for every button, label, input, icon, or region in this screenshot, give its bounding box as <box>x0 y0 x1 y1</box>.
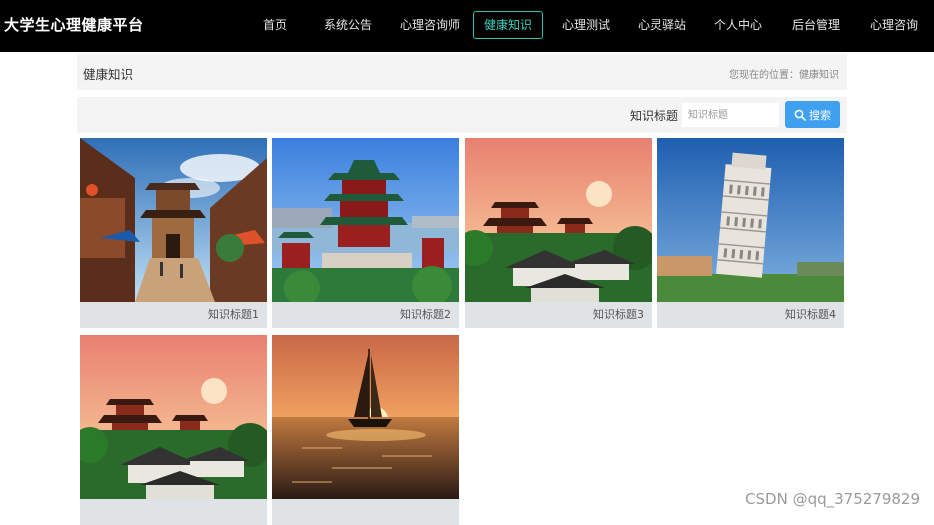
knowledge-card[interactable]: 知识标题4 <box>657 138 844 328</box>
search-bar: 知识标题 搜索 <box>77 97 847 133</box>
watermark: CSDN @qq_375279829 <box>745 490 920 508</box>
nav-item-health-knowledge[interactable]: 健康知识 <box>473 11 544 39</box>
knowledge-card-title[interactable]: 知识标题3 <box>593 306 644 322</box>
nav-item-consultation[interactable]: 心理咨询 <box>869 11 919 39</box>
nav-item-admin[interactable]: 后台管理 <box>791 11 841 39</box>
breadcrumb-bar: 健康知识 您现在的位置：健康知识 <box>77 54 847 90</box>
knowledge-card-title[interactable]: 知识标题2 <box>400 306 451 322</box>
knowledge-card-image[interactable] <box>657 138 844 302</box>
knowledge-card-image[interactable] <box>272 138 459 302</box>
search-button-label: 搜索 <box>809 108 831 122</box>
knowledge-card[interactable]: 知识标题3 <box>465 138 652 328</box>
knowledge-card[interactable] <box>272 335 459 525</box>
nav-item-announcements[interactable]: 系统公告 <box>323 11 373 39</box>
nav-item-counselors[interactable]: 心理咨询师 <box>399 11 461 39</box>
breadcrumb: 您现在的位置：健康知识 <box>729 70 839 81</box>
nav-item-home[interactable]: 首页 <box>262 11 288 39</box>
main-nav: 首页 系统公告 心理咨询师 健康知识 心理测试 心灵驿站 个人中心 后台管理 心… <box>0 0 934 52</box>
knowledge-card-image[interactable] <box>80 335 267 499</box>
page-title: 健康知识 <box>83 67 134 82</box>
search-label: 知识标题 <box>630 109 679 123</box>
search-icon <box>794 109 806 121</box>
knowledge-card-title[interactable]: 知识标题4 <box>785 306 836 322</box>
nav-item-personal-center[interactable]: 个人中心 <box>713 11 763 39</box>
search-input[interactable] <box>682 103 779 127</box>
knowledge-card[interactable]: 知识标题1 <box>80 138 267 328</box>
knowledge-card-title[interactable]: 知识标题1 <box>208 306 259 322</box>
knowledge-card-image[interactable] <box>272 335 459 499</box>
top-navbar: 大学生心理健康平台 首页 系统公告 心理咨询师 健康知识 心理测试 心灵驿站 个… <box>0 0 934 52</box>
knowledge-card[interactable]: 知识标题2 <box>272 138 459 328</box>
nav-item-soul-station[interactable]: 心灵驿站 <box>637 11 687 39</box>
knowledge-card-image[interactable] <box>80 138 267 302</box>
search-button[interactable]: 搜索 <box>785 101 840 128</box>
knowledge-card[interactable] <box>80 335 267 525</box>
nav-item-psych-test[interactable]: 心理测试 <box>561 11 611 39</box>
knowledge-card-image[interactable] <box>465 138 652 302</box>
